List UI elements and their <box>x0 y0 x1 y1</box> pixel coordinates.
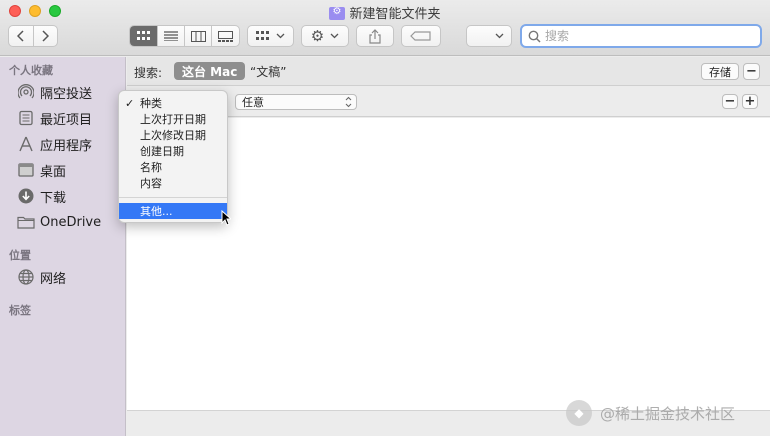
search-input[interactable] <box>545 29 745 43</box>
share-button[interactable] <box>356 25 394 47</box>
menu-item-kind[interactable]: ✓ 种类 <box>119 95 227 111</box>
search-field[interactable] <box>520 24 762 48</box>
menu-item-name[interactable]: 名称 <box>119 159 227 175</box>
watermark-text: @稀土掘金技术社区 <box>600 404 736 423</box>
gallery-view-icon <box>218 30 233 42</box>
tags-button[interactable] <box>401 25 441 47</box>
sidebar-item-recents[interactable]: 最近项目 <box>17 107 122 129</box>
attribute-popup-menu: ✓ 种类 上次打开日期 上次修改日期 创建日期 名称 内容 其他... <box>118 90 228 223</box>
sidebar-header-tags: 标签 <box>9 304 31 317</box>
sidebar-item-network[interactable]: 网络 <box>17 266 122 288</box>
icon-view-icon <box>136 31 150 40</box>
window-title: 新建智能文件夹 <box>0 3 770 22</box>
applications-icon <box>17 135 35 153</box>
sidebar-item-label: 桌面 <box>40 164 67 180</box>
scope-documents-button[interactable]: “文稿” <box>250 63 286 80</box>
airdrop-icon <box>17 83 35 101</box>
desktop-icon <box>17 161 35 179</box>
recents-icon <box>17 109 35 127</box>
menu-item-label: 名称 <box>140 161 162 174</box>
chevron-down-icon <box>330 33 339 39</box>
criteria-value-text: 任意 <box>242 96 264 109</box>
list-view-button[interactable] <box>158 26 185 46</box>
view-mode-control <box>129 25 240 47</box>
folder-icon <box>17 213 35 231</box>
menu-item-label: 上次修改日期 <box>140 129 206 142</box>
chevron-down-icon <box>495 33 504 39</box>
forward-button[interactable] <box>34 26 58 46</box>
search-scope-bar: 搜索: 这台 Mac “文稿” 存储 − <box>127 57 770 86</box>
network-icon <box>17 268 35 286</box>
search-icon <box>528 30 541 43</box>
menu-item-label: 其他... <box>140 205 173 218</box>
sidebar-item-label: 隔空投送 <box>40 86 93 102</box>
menu-item-contents[interactable]: 内容 <box>119 175 227 191</box>
menu-item-label: 种类 <box>140 97 162 110</box>
menu-item-last-opened-date[interactable]: 上次打开日期 <box>119 111 227 127</box>
window-title-text: 新建智能文件夹 <box>349 7 441 22</box>
smart-folder-icon <box>329 6 346 20</box>
menu-item-created-date[interactable]: 创建日期 <box>119 143 227 159</box>
save-search-button[interactable]: 存储 <box>701 63 739 80</box>
sidebar-item-label: 网络 <box>40 271 67 287</box>
menu-item-label: 创建日期 <box>140 145 184 158</box>
back-forward-group <box>8 25 58 47</box>
tag-icon <box>410 31 431 41</box>
downloads-icon <box>17 187 35 205</box>
toolbar-dropdown-button[interactable] <box>466 25 512 47</box>
sidebar-item-label: 应用程序 <box>40 138 93 154</box>
action-button[interactable]: ⚙ <box>301 25 349 47</box>
mouse-pointer-icon <box>221 210 231 226</box>
menu-item-label: 内容 <box>140 177 162 190</box>
share-icon <box>369 28 381 44</box>
gallery-view-button[interactable] <box>212 26 239 46</box>
updown-chevron-icon <box>345 95 352 111</box>
icon-view-button[interactable] <box>130 26 158 46</box>
menu-separator <box>119 197 227 198</box>
back-button[interactable] <box>9 26 34 46</box>
sidebar-item-desktop[interactable]: 桌面 <box>17 159 122 181</box>
column-view-button[interactable] <box>185 26 212 46</box>
watermark: ◆ @稀土掘金技术社区 <box>566 400 735 426</box>
sidebar-item-label: 下载 <box>40 190 67 206</box>
menu-item-last-modified-date[interactable]: 上次修改日期 <box>119 127 227 143</box>
menu-item-other[interactable]: 其他... <box>119 203 227 219</box>
list-view-icon <box>164 31 178 41</box>
chevron-left-icon <box>16 30 24 42</box>
sidebar-header-locations: 位置 <box>9 249 31 262</box>
remove-search-button[interactable]: − <box>743 63 760 80</box>
gear-icon: ⚙ <box>310 27 325 45</box>
sidebar-item-onedrive[interactable]: OneDrive <box>17 211 122 233</box>
sidebar: 个人收藏 隔空投送 最近项目 应用程序 桌面 下载 OneDrive 位置 网络… <box>0 57 126 436</box>
group-by-button[interactable] <box>247 25 294 47</box>
window-toolbar: 新建智能文件夹 <box>0 0 770 56</box>
scope-this-mac-button[interactable]: 这台 Mac <box>174 62 246 80</box>
checkmark-icon: ✓ <box>125 96 135 110</box>
juejin-logo-icon: ◆ <box>566 400 592 426</box>
chevron-right-icon <box>42 30 50 42</box>
criteria-value-select[interactable]: 任意 <box>235 94 357 110</box>
sidebar-item-airdrop[interactable]: 隔空投送 <box>17 81 122 103</box>
menu-item-label: 上次打开日期 <box>140 113 206 126</box>
sidebar-item-applications[interactable]: 应用程序 <box>17 133 122 155</box>
column-view-icon <box>190 30 206 42</box>
chevron-down-icon <box>276 33 285 39</box>
sidebar-item-label: 最近项目 <box>40 112 93 128</box>
search-scope-label: 搜索: <box>134 66 163 80</box>
sidebar-item-downloads[interactable]: 下载 <box>17 185 122 207</box>
add-criteria-button[interactable]: + <box>742 94 758 109</box>
sidebar-header-favorites: 个人收藏 <box>9 64 53 77</box>
sidebar-item-label: OneDrive <box>40 214 102 230</box>
remove-criteria-button[interactable]: − <box>722 94 738 109</box>
group-by-icon <box>256 31 269 40</box>
